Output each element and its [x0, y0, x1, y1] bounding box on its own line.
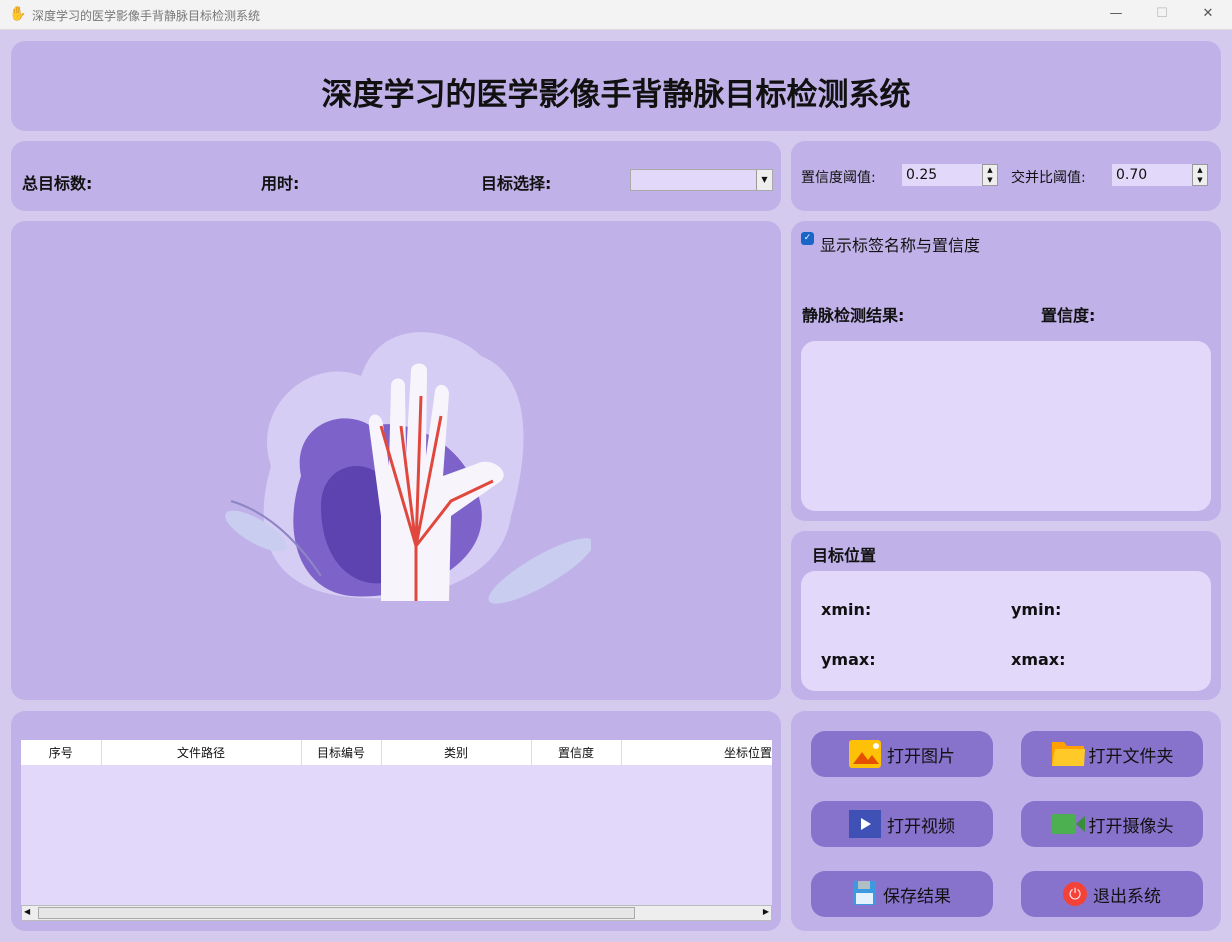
vein-result-label: 静脉检测结果: [802, 306, 905, 325]
target-select-label: 目标选择: [481, 174, 552, 193]
conf-threshold-value: 0.25 [906, 167, 938, 183]
column-header-confidence[interactable]: 置信度 [531, 740, 622, 765]
close-button[interactable]: ✕ [1193, 6, 1223, 21]
column-header-path[interactable]: 文件路径 [101, 740, 302, 765]
folder-icon [1051, 740, 1085, 768]
exit-button[interactable]: ⏻ 退出系统 [1021, 871, 1203, 917]
open-video-button[interactable]: 打开视频 [811, 801, 993, 847]
iou-threshold-label: 交并比阈值: [1011, 170, 1086, 186]
page-title: 深度学习的医学影像手背静脉目标检测系统 [321, 77, 911, 113]
results-table[interactable]: 序号 文件路径 目标编号 类别 置信度 坐标位置 ◀ ▶ [21, 740, 772, 921]
scroll-left-icon[interactable]: ◀ [24, 907, 30, 916]
open-camera-button[interactable]: 打开摄像头 [1021, 801, 1203, 847]
hand-vein-illustration [225, 332, 591, 604]
target-position-panel: 目标位置 xmin: ymin: ymax: xmax: [791, 531, 1221, 700]
chevron-down-icon[interactable]: ▼ [756, 170, 772, 190]
stats-panel: 总目标数: 用时: 目标选择: ▼ [11, 141, 781, 211]
table-panel: 序号 文件路径 目标编号 类别 置信度 坐标位置 ◀ ▶ [11, 711, 781, 931]
show-label-checkbox[interactable]: ✓ [801, 232, 814, 245]
power-icon: ⏻ [1063, 882, 1087, 906]
total-targets-label: 总目标数: [22, 174, 93, 193]
table-header-row: 序号 文件路径 目标编号 类别 置信度 坐标位置 [21, 740, 772, 765]
target-position-title: 目标位置 [812, 546, 877, 565]
header-panel: 深度学习的医学影像手背静脉目标检测系统 [11, 41, 1221, 131]
camera-icon [1050, 810, 1085, 838]
result-box [801, 341, 1211, 511]
spin-arrows-icon[interactable]: ▲ ▼ [982, 164, 998, 186]
exit-label: 退出系统 [1093, 886, 1161, 907]
column-header-class[interactable]: 类别 [381, 740, 532, 765]
iou-threshold-value: 0.70 [1116, 167, 1148, 183]
title-bar: ✋ 深度学习的医学影像手背静脉目标检测系统 — ☐ ✕ [0, 0, 1232, 30]
open-folder-button[interactable]: 打开文件夹 [1021, 731, 1203, 777]
actions-panel: 打开图片 打开文件夹 打开视频 打开摄像头 保存结果 ⏻ 退出系统 [791, 711, 1221, 931]
column-header-target-id[interactable]: 目标编号 [301, 740, 382, 765]
save-icon [853, 880, 877, 908]
iou-threshold-spinbox[interactable]: 0.70 ▲ ▼ [1112, 164, 1208, 186]
time-label: 用时: [261, 174, 300, 193]
xmin-label: xmin: [821, 600, 872, 619]
position-box: xmin: ymin: ymax: xmax: [801, 571, 1211, 691]
hand-app-icon: ✋ [9, 6, 27, 22]
maximize-button[interactable]: ☐ [1147, 6, 1177, 21]
scroll-right-icon[interactable]: ▶ [763, 907, 769, 916]
minimize-button[interactable]: — [1101, 6, 1131, 21]
xmax-label: xmax: [1011, 650, 1066, 669]
open-image-button[interactable]: 打开图片 [811, 731, 993, 777]
video-icon [849, 810, 881, 838]
column-header-index[interactable]: 序号 [21, 740, 102, 765]
target-select[interactable]: ▼ [630, 169, 773, 191]
result-panel: ✓ 显示标签名称与置信度 静脉检测结果: 置信度: [791, 221, 1221, 521]
open-image-label: 打开图片 [887, 746, 955, 767]
conf-threshold-label: 置信度阈值: [801, 170, 876, 186]
ymin-label: ymin: [1011, 600, 1062, 619]
open-camera-label: 打开摄像头 [1088, 816, 1174, 837]
spin-arrows-icon[interactable]: ▲ ▼ [1192, 164, 1208, 186]
scrollbar-thumb[interactable] [38, 907, 635, 919]
conf-threshold-spinbox[interactable]: 0.25 ▲ ▼ [902, 164, 998, 186]
ymax-label: ymax: [821, 650, 876, 669]
save-results-button[interactable]: 保存结果 [811, 871, 993, 917]
open-folder-label: 打开文件夹 [1088, 746, 1174, 767]
threshold-panel: 置信度阈值: 0.25 ▲ ▼ 交并比阈值: 0.70 ▲ ▼ [791, 141, 1221, 211]
confidence-label: 置信度: [1041, 306, 1096, 325]
show-label-text: 显示标签名称与置信度 [820, 236, 981, 255]
window-title: 深度学习的医学影像手背静脉目标检测系统 [32, 9, 261, 23]
save-results-label: 保存结果 [883, 886, 951, 907]
horizontal-scrollbar[interactable]: ◀ ▶ [21, 905, 772, 921]
open-video-label: 打开视频 [887, 816, 955, 837]
image-icon [849, 740, 881, 768]
image-display-panel [11, 221, 781, 700]
column-header-coords[interactable]: 坐标位置 [621, 740, 772, 765]
